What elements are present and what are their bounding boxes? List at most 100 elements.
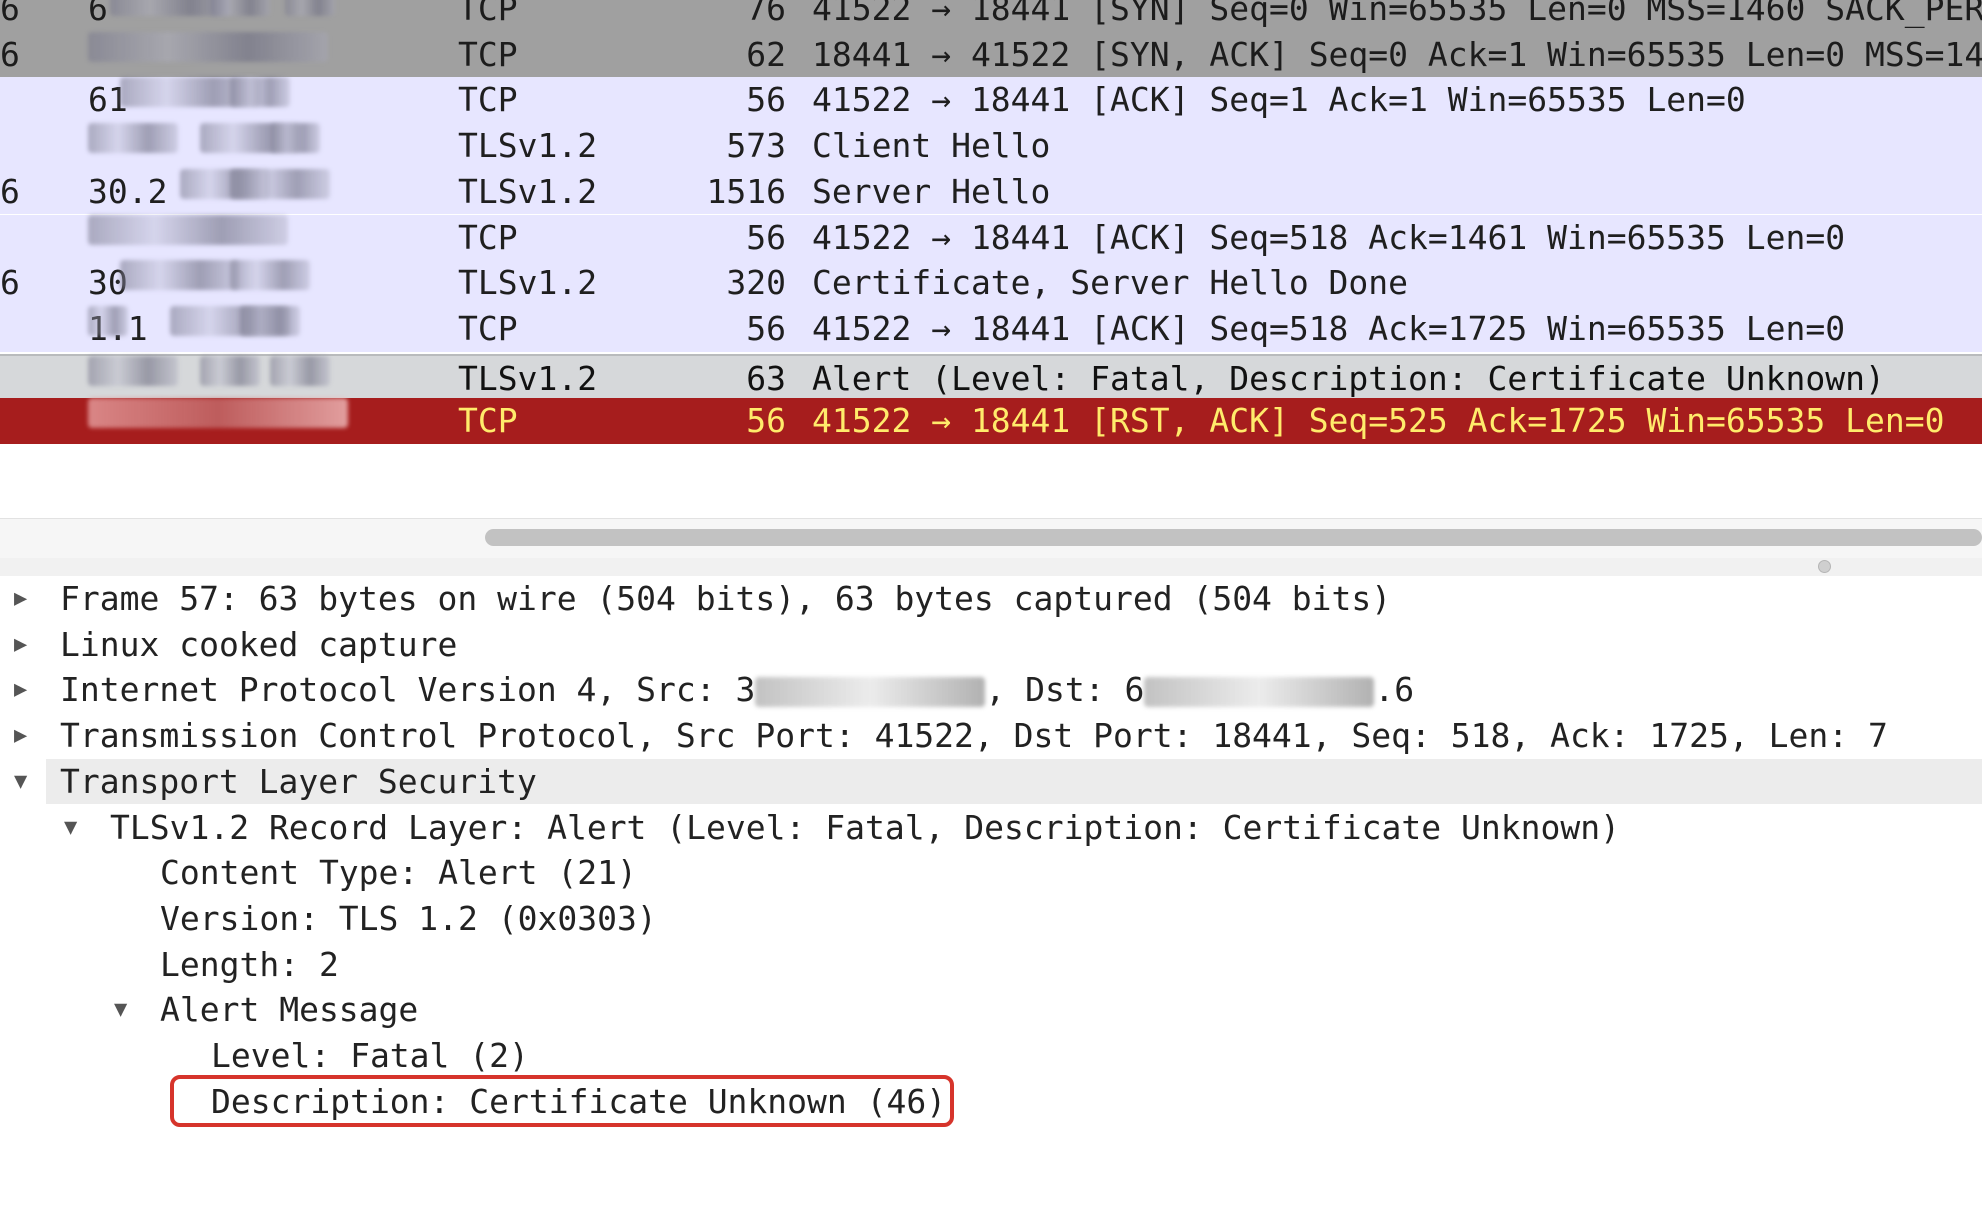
packet-info: 41522 → 18441 [ACK] Seq=518 Ack=1725 Win… (812, 308, 1846, 348)
detail-row-tls[interactable]: Transport Layer Security (46, 758, 1982, 805)
redacted-address (120, 260, 240, 291)
packet-protocol: TCP (458, 217, 518, 257)
detail-row-ip[interactable]: ▶ Internet Protocol Version 4, Src: 3 , D… (0, 667, 1982, 713)
packet-protocol: TLSv1.2 (458, 359, 598, 398)
record-layer-summary: TLSv1.2 Record Layer: Alert (Level: Fata… (110, 807, 1620, 847)
redacted-address (88, 398, 348, 428)
packet-protocol: TLSv1.2 (458, 263, 598, 303)
packet-row[interactable]: 6 6 TCP 76 41522 → 18441 [SYN] Seq=0 Win=655… (0, 0, 1982, 32)
tcp-summary: Transmission Control Protocol, Src Port:… (60, 716, 1888, 756)
detail-row-version[interactable]: Version: TLS 1.2 (0x0303) (0, 896, 1982, 942)
redacted-address (200, 356, 260, 386)
collapse-arrow-icon[interactable]: ▼ (14, 759, 27, 805)
highlight-annotation-box (170, 1075, 954, 1127)
packet-length: 62 (746, 34, 786, 74)
packet-row[interactable]: TLSv1.2 63 Alert (Level: Fatal, Descriptio… (0, 354, 1982, 400)
redacted-address (88, 305, 128, 336)
ip-summary-prefix: Internet Protocol Version 4, Src: 3 (60, 670, 756, 710)
content-type-field: Content Type: Alert (21) (160, 853, 637, 893)
packet-length: 320 (726, 263, 786, 303)
expand-arrow-icon[interactable]: ▶ (14, 713, 27, 759)
expand-arrow-icon[interactable]: ▶ (14, 576, 27, 622)
ip-summary-end: .6 (1374, 670, 1415, 710)
tls-summary: Transport Layer Security (60, 761, 537, 801)
packet-length: 56 (746, 217, 786, 257)
redacted-address (88, 356, 178, 386)
expand-arrow-icon[interactable]: ▶ (14, 667, 27, 713)
detail-row-frame[interactable]: ▶ Frame 57: 63 bytes on wire (504 bits),… (0, 576, 1982, 622)
redacted-address (210, 0, 270, 16)
redacted-address (88, 123, 178, 154)
packet-info: Server Hello (812, 171, 1051, 211)
packet-source: 6 (88, 0, 108, 28)
packet-protocol: TCP (458, 80, 518, 120)
horizontal-scrollbar[interactable] (0, 518, 1982, 559)
packet-info: Client Hello (812, 126, 1051, 166)
packet-row[interactable]: 6 TCP 62 18441 → 41522 [SYN, ACK] Seq=0 Ack… (0, 31, 1982, 78)
packet-details-pane: ▶ Frame 57: 63 bytes on wire (504 bits),… (0, 576, 1982, 1156)
collapse-arrow-icon[interactable]: ▼ (64, 805, 77, 851)
packet-row[interactable]: 1.1TCP5641522 → 18441 [ACK] Seq=518 Ack=… (0, 305, 1982, 352)
packet-row[interactable]: 61 TCP 56 41522 → 18441 [ACK] Seq=1 Ack=1 W… (0, 77, 1982, 124)
redacted-address (270, 356, 330, 386)
packet-no: 6 (0, 0, 20, 28)
ip-summary: Internet Protocol Version 4, Src: 3 , Dst… (60, 667, 1414, 713)
detail-row-content-type[interactable]: Content Type: Alert (21) (0, 850, 1982, 896)
packet-length: 76 (746, 0, 786, 28)
packet-row[interactable]: TCP 56 41522 → 18441 [ACK] Seq=518 Ack=146… (0, 214, 1982, 261)
detail-row-level[interactable]: Level: Fatal (2) (0, 1033, 1982, 1079)
packet-row[interactable]: 6 30.2 TLSv1.2 1516 Server Hello (0, 168, 1982, 215)
packet-protocol: TCP (458, 401, 518, 440)
pane-splitter[interactable] (0, 558, 1982, 577)
collapse-arrow-icon[interactable]: ▼ (114, 987, 127, 1033)
packet-length: 63 (746, 359, 786, 398)
packet-length: 56 (746, 80, 786, 120)
detail-row-alert-message[interactable]: ▼ Alert Message (0, 987, 1982, 1033)
packet-info: Alert (Level: Fatal, Description: Certif… (812, 359, 1885, 398)
redacted-address (230, 168, 330, 199)
packet-no: 6 (0, 34, 20, 74)
packet-protocol: TLSv1.2 (458, 126, 598, 166)
redacted-address (88, 31, 328, 62)
redacted-address (240, 305, 300, 336)
frame-summary: Frame 57: 63 bytes on wire (504 bits), 6… (60, 579, 1392, 618)
packet-length: 56 (746, 401, 786, 440)
packet-row[interactable]: TCP 56 41522 → 18441 [RST, ACK] Seq=525 Ac… (0, 398, 1982, 444)
packet-row[interactable]: 6 30 TLSv1.2 320 Certificate, Server Hello D… (0, 260, 1982, 306)
redacted-dst-address (1144, 676, 1375, 707)
expand-arrow-icon[interactable]: ▶ (14, 622, 27, 668)
detail-row-linux-cooked[interactable]: ▶ Linux cooked capture (0, 622, 1982, 668)
packet-no: 6 (0, 263, 20, 303)
packet-length: 56 (746, 308, 786, 348)
packet-info: 41522 → 18441 [RST, ACK] Seq=525 Ack=172… (812, 401, 1945, 440)
packet-info: Certificate, Server Hello Done (812, 263, 1409, 303)
horizontal-scrollbar-thumb[interactable] (485, 529, 1982, 546)
version-field: Version: TLS 1.2 (0x0303) (160, 898, 657, 938)
packet-info: 18441 → 41522 [SYN, ACK] Seq=0 Ack=1 Win… (812, 34, 1982, 74)
detail-row-length[interactable]: Length: 2 (0, 942, 1982, 988)
linux-cooked-summary: Linux cooked capture (60, 624, 458, 664)
detail-row-tcp[interactable]: ▶ Transmission Control Protocol, Src Por… (0, 713, 1982, 759)
packet-info: 41522 → 18441 [SYN] Seq=0 Win=65535 Len=… (812, 0, 1982, 28)
packet-protocol: TCP (458, 308, 518, 348)
packet-no: 6 (0, 171, 20, 211)
redacted-address (230, 77, 290, 108)
splitter-handle-icon[interactable] (1818, 560, 1831, 573)
ip-summary-mid: , Dst: 6 (985, 670, 1145, 710)
packet-row[interactable]: TLSv1.2 573 Client Hello (0, 123, 1982, 169)
packet-length: 1516 (706, 171, 786, 211)
packet-length: 573 (726, 126, 786, 166)
packet-protocol: TCP (458, 34, 518, 74)
packet-source: 30.2 (88, 171, 168, 211)
redacted-src-address (755, 676, 986, 707)
packet-info: 41522 → 18441 [ACK] Seq=518 Ack=1461 Win… (812, 217, 1846, 257)
packet-protocol: TCP (458, 0, 518, 28)
alert-message-summary: Alert Message (160, 990, 419, 1030)
redacted-address (88, 214, 288, 245)
redacted-address (230, 260, 310, 291)
packet-protocol: TLSv1.2 (458, 171, 598, 211)
redacted-address (285, 0, 335, 16)
detail-row-record-layer[interactable]: ▼ TLSv1.2 Record Layer: Alert (Level: Fa… (0, 805, 1982, 851)
length-field: Length: 2 (160, 944, 339, 984)
packet-list[interactable]: 6 6 TCP 76 41522 → 18441 [SYN] Seq=0 Win=655… (0, 0, 1982, 446)
